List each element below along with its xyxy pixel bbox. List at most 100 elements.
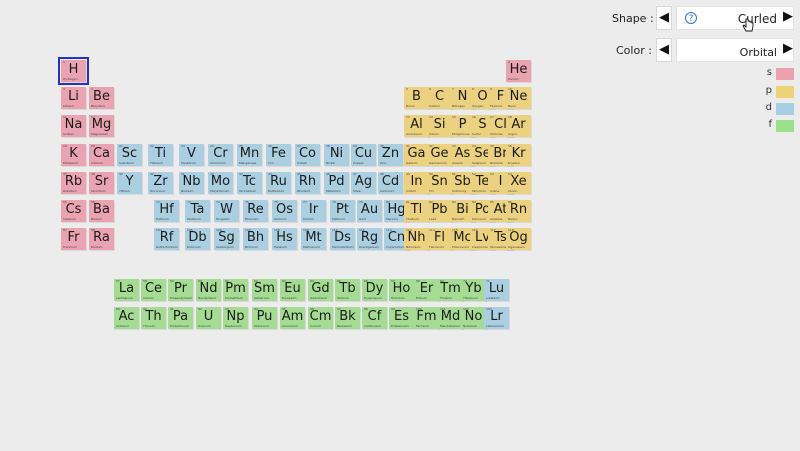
element-cell-h[interactable]: 1 H Hydrogen bbox=[58, 57, 89, 85]
element-cell-bk[interactable]: 97 Bk Berkelium bbox=[335, 307, 360, 329]
element-cell-sn[interactable]: 50 Sn Tin bbox=[427, 172, 452, 194]
shape-next-button[interactable]: ▶ bbox=[780, 6, 796, 30]
element-cell-mo[interactable]: 42 Mo Molybdenum bbox=[208, 172, 233, 194]
element-cell-og[interactable]: 118 Og Oganesson bbox=[506, 228, 531, 250]
element-cell-cd[interactable]: 48 Cd Cadmium bbox=[378, 172, 403, 194]
element-cell-kr[interactable]: 36 Kr Krypton bbox=[506, 144, 531, 166]
color-select[interactable]: Orbital bbox=[676, 38, 794, 62]
element-cell-hs[interactable]: 108 Hs Hassium bbox=[272, 228, 297, 250]
element-cell-in[interactable]: 49 In Indium bbox=[404, 172, 429, 194]
element-cell-re[interactable]: 75 Re Rhenium bbox=[243, 200, 268, 222]
element-cell-no[interactable]: 102 No Nobelium bbox=[461, 307, 486, 329]
element-cell-hf[interactable]: 72 Hf Hafnium bbox=[154, 200, 179, 222]
help-icon[interactable]: ? bbox=[685, 12, 697, 24]
element-cell-xe[interactable]: 54 Xe Xenon bbox=[506, 172, 531, 194]
element-cell-rf[interactable]: 104 Rf Rutherfordium bbox=[154, 228, 179, 250]
element-cell-mg[interactable]: 12 Mg Magnesium bbox=[89, 115, 114, 137]
element-cell-yb[interactable]: 70 Yb Ytterbium bbox=[461, 279, 486, 301]
element-cell-li[interactable]: 3 Li Lithium bbox=[61, 87, 86, 109]
element-cell-la[interactable]: 57 La Lanthanum bbox=[114, 279, 139, 301]
element-cell-sc[interactable]: 21 Sc Scandium bbox=[117, 144, 142, 166]
element-cell-pd[interactable]: 46 Pd Palladium bbox=[324, 172, 349, 194]
element-cell-y[interactable]: 39 Y Yttrium bbox=[117, 172, 142, 194]
element-cell-ga[interactable]: 31 Ga Gallium bbox=[404, 144, 429, 166]
element-cell-rg[interactable]: 111 Rg Roentgenium bbox=[357, 228, 382, 250]
element-cell-sr[interactable]: 38 Sr Strontium bbox=[89, 172, 114, 194]
element-cell-am[interactable]: 95 Am Americium bbox=[280, 307, 305, 329]
shape-prev-button[interactable]: ◀ bbox=[656, 6, 672, 30]
element-cell-ru[interactable]: 44 Ru Ruthenium bbox=[266, 172, 291, 194]
element-cell-lu[interactable]: 71 Lu Lutetium bbox=[484, 279, 509, 301]
element-cell-u[interactable]: 92 U Uranium bbox=[196, 307, 221, 329]
element-cell-ni[interactable]: 28 Ni Nickel bbox=[324, 144, 349, 166]
element-cell-tb[interactable]: 65 Tb Terbium bbox=[335, 279, 360, 301]
element-cell-nb[interactable]: 41 Nb Niobium bbox=[179, 172, 204, 194]
element-cell-al[interactable]: 13 Al Aluminium bbox=[404, 115, 429, 137]
element-cell-nh[interactable]: 113 Nh Nihonium bbox=[404, 228, 429, 250]
element-cell-cm[interactable]: 96 Cm Curium bbox=[308, 307, 333, 329]
element-cell-v[interactable]: 23 V Vanadium bbox=[179, 144, 204, 166]
element-cell-pu[interactable]: 94 Pu Plutonium bbox=[252, 307, 277, 329]
element-cell-os[interactable]: 76 Os Osmium bbox=[272, 200, 297, 222]
element-cell-ce[interactable]: 58 Ce Cerium bbox=[141, 279, 166, 301]
element-cell-mn[interactable]: 25 Mn Manganese bbox=[237, 144, 262, 166]
element-cell-pt[interactable]: 78 Pt Platinum bbox=[330, 200, 355, 222]
element-cell-eu[interactable]: 63 Eu Europium bbox=[280, 279, 305, 301]
element-cell-ra[interactable]: 88 Ra Radium bbox=[89, 228, 114, 250]
element-cell-nd[interactable]: 60 Nd Neodymium bbox=[196, 279, 221, 301]
element-cell-fr[interactable]: 87 Fr Francium bbox=[61, 228, 86, 250]
element-cell-au[interactable]: 79 Au Gold bbox=[357, 200, 382, 222]
element-cell-pm[interactable]: 61 Pm Promethium bbox=[223, 279, 248, 301]
element-cell-ba[interactable]: 56 Ba Barium bbox=[89, 200, 114, 222]
element-cell-ir[interactable]: 77 Ir Iridium bbox=[301, 200, 326, 222]
element-cell-pr[interactable]: 59 Pr Praseodymium bbox=[168, 279, 193, 301]
element-cell-sg[interactable]: 106 Sg Seaborgium bbox=[214, 228, 239, 250]
element-cell-np[interactable]: 93 Np Neptunium bbox=[223, 307, 248, 329]
element-cell-mt[interactable]: 109 Mt Meitnerium bbox=[301, 228, 326, 250]
element-cell-cu[interactable]: 29 Cu Copper bbox=[351, 144, 376, 166]
element-cell-lr[interactable]: 103 Lr Lawrencium bbox=[484, 307, 509, 329]
shape-select[interactable]: ? Curled bbox=[676, 6, 794, 30]
element-cell-zn[interactable]: 30 Zn Zinc bbox=[378, 144, 403, 166]
element-cell-ac[interactable]: 89 Ac Actinium bbox=[114, 307, 139, 329]
element-cell-pa[interactable]: 91 Pa Protactinium bbox=[168, 307, 193, 329]
element-cell-er[interactable]: 68 Er Erbium bbox=[414, 279, 439, 301]
element-cell-be[interactable]: 4 Be Beryllium bbox=[89, 87, 114, 109]
element-cell-es[interactable]: 99 Es Einsteinium bbox=[389, 307, 414, 329]
element-cell-ge[interactable]: 32 Ge Germanium bbox=[427, 144, 452, 166]
element-cell-ca[interactable]: 20 Ca Calcium bbox=[89, 144, 114, 166]
element-cell-si[interactable]: 14 Si Silicon bbox=[427, 115, 452, 137]
element-cell-rn[interactable]: 86 Rn Radon bbox=[506, 200, 531, 222]
element-cell-sm[interactable]: 62 Sm Samarium bbox=[252, 279, 277, 301]
element-cell-tm[interactable]: 69 Tm Thulium bbox=[438, 279, 463, 301]
element-cell-fm[interactable]: 100 Fm Fermium bbox=[414, 307, 439, 329]
element-cell-na[interactable]: 11 Na Sodium bbox=[61, 115, 86, 137]
element-cell-ag[interactable]: 47 Ag Silver bbox=[351, 172, 376, 194]
element-cell-ta[interactable]: 73 Ta Tantalum bbox=[185, 200, 210, 222]
element-cell-c[interactable]: 6 C Carbon bbox=[427, 87, 452, 109]
element-cell-zr[interactable]: 40 Zr Zirconium bbox=[148, 172, 173, 194]
element-cell-pb[interactable]: 82 Pb Lead bbox=[427, 200, 452, 222]
element-cell-w[interactable]: 74 W Tungsten bbox=[214, 200, 239, 222]
element-cell-ds[interactable]: 110 Ds Darmstadtium bbox=[330, 228, 355, 250]
element-cell-db[interactable]: 105 Db Dubnium bbox=[185, 228, 210, 250]
element-cell-bh[interactable]: 107 Bh Bohrium bbox=[243, 228, 268, 250]
element-cell-tl[interactable]: 81 Tl Thallium bbox=[404, 200, 429, 222]
color-prev-button[interactable]: ◀ bbox=[656, 38, 672, 62]
element-cell-b[interactable]: 5 B Boron bbox=[404, 87, 429, 109]
element-cell-ho[interactable]: 67 Ho Holmium bbox=[389, 279, 414, 301]
element-cell-md[interactable]: 101 Md Mendelevium bbox=[438, 307, 463, 329]
element-cell-cs[interactable]: 55 Cs Caesium bbox=[61, 200, 86, 222]
element-cell-th[interactable]: 90 Th Thorium bbox=[141, 307, 166, 329]
element-cell-fe[interactable]: 26 Fe Iron bbox=[266, 144, 291, 166]
element-cell-k[interactable]: 19 K Potassium bbox=[61, 144, 86, 166]
element-cell-ar[interactable]: 18 Ar Argon bbox=[506, 115, 531, 137]
element-cell-cr[interactable]: 24 Cr Chromium bbox=[208, 144, 233, 166]
element-cell-dy[interactable]: 66 Dy Dysprosium bbox=[362, 279, 387, 301]
element-cell-he[interactable]: 2 He Helium bbox=[506, 60, 531, 82]
element-cell-cf[interactable]: 98 Cf Californium bbox=[362, 307, 387, 329]
element-cell-ne[interactable]: 10 Ne Neon bbox=[506, 87, 531, 109]
element-cell-rh[interactable]: 45 Rh Rhodium bbox=[295, 172, 320, 194]
element-cell-co[interactable]: 27 Co Cobalt bbox=[295, 144, 320, 166]
element-cell-ti[interactable]: 22 Ti Titanium bbox=[148, 144, 173, 166]
